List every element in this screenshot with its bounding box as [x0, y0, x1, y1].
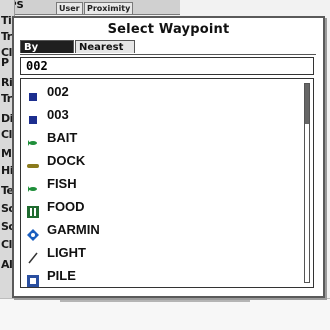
waypoint-name: FISH [47, 176, 77, 191]
background-sidebar-item: Ri [1, 76, 13, 89]
waypoint-name: FOOD [47, 199, 85, 214]
waypoint-list-item[interactable]: FOOD [25, 198, 285, 220]
waypoint-name: GARMIN [47, 222, 100, 237]
waypoint-list-item[interactable]: 002 [25, 83, 285, 105]
fish-icon [27, 134, 39, 146]
waypoint-name: PILE [47, 268, 76, 283]
fish-icon [27, 180, 39, 192]
search-input-value: 002 [26, 59, 48, 73]
background-bottom-bar [0, 298, 330, 330]
waypoint-list-item[interactable]: DOCK [25, 152, 285, 174]
background-tabbar: GPS User Proximity [0, 0, 180, 15]
light-icon [27, 249, 39, 264]
waypoint-list-item[interactable]: BAIT [25, 129, 285, 151]
background-divider [60, 300, 250, 302]
background-tab-proximity[interactable]: Proximity [84, 2, 134, 14]
tab-by-name[interactable]: By Name [20, 40, 74, 66]
background-sidebar-item: P [1, 56, 9, 69]
background-sidebar-item: Cl [1, 128, 12, 141]
waypoint-name: DOCK [47, 153, 86, 168]
background-sidebar-item: Al [1, 258, 13, 271]
blue-square-icon [27, 111, 39, 124]
waypoint-list-item[interactable]: FISH [25, 175, 285, 197]
scrollbar-thumb[interactable] [305, 84, 309, 124]
food-icon [27, 203, 39, 218]
tabs-divider [20, 54, 316, 55]
waypoint-name: 002 [47, 84, 69, 99]
waypoint-list-item[interactable]: PILE [25, 267, 285, 289]
waypoint-list: 002 003 BAIT DOCK FISH FOOD GARMIN LIGHT PILE [20, 78, 314, 288]
waypoint-name: LIGHT [47, 245, 86, 260]
waypoint-name: BAIT [47, 130, 78, 145]
waypoint-list-item[interactable]: LIGHT [25, 244, 285, 266]
list-scrollbar[interactable] [304, 83, 310, 283]
waypoint-list-item[interactable]: GARMIN [25, 221, 285, 243]
background-sidebar-item: Tr [1, 92, 12, 105]
tab-nearest[interactable]: Nearest [75, 40, 135, 53]
background-sidebar-item: Ti [1, 14, 12, 27]
waypoint-list-item[interactable]: 003 [25, 106, 285, 128]
blue-square-icon [27, 88, 39, 101]
dock-icon [27, 157, 39, 169]
waypoint-name: 003 [47, 107, 69, 122]
background-sidebar-item: Tr [1, 30, 12, 43]
garmin-icon [27, 226, 39, 241]
select-waypoint-dialog: Select Waypoint By Name Nearest 002 0020… [12, 16, 325, 298]
background-sidebar-item: Cl [1, 238, 12, 251]
pile-icon [27, 272, 39, 287]
background-tab-user[interactable]: User [56, 2, 83, 14]
dialog-title: Select Waypoint [107, 22, 230, 37]
waypoint-search-input[interactable]: 002 [20, 57, 314, 75]
